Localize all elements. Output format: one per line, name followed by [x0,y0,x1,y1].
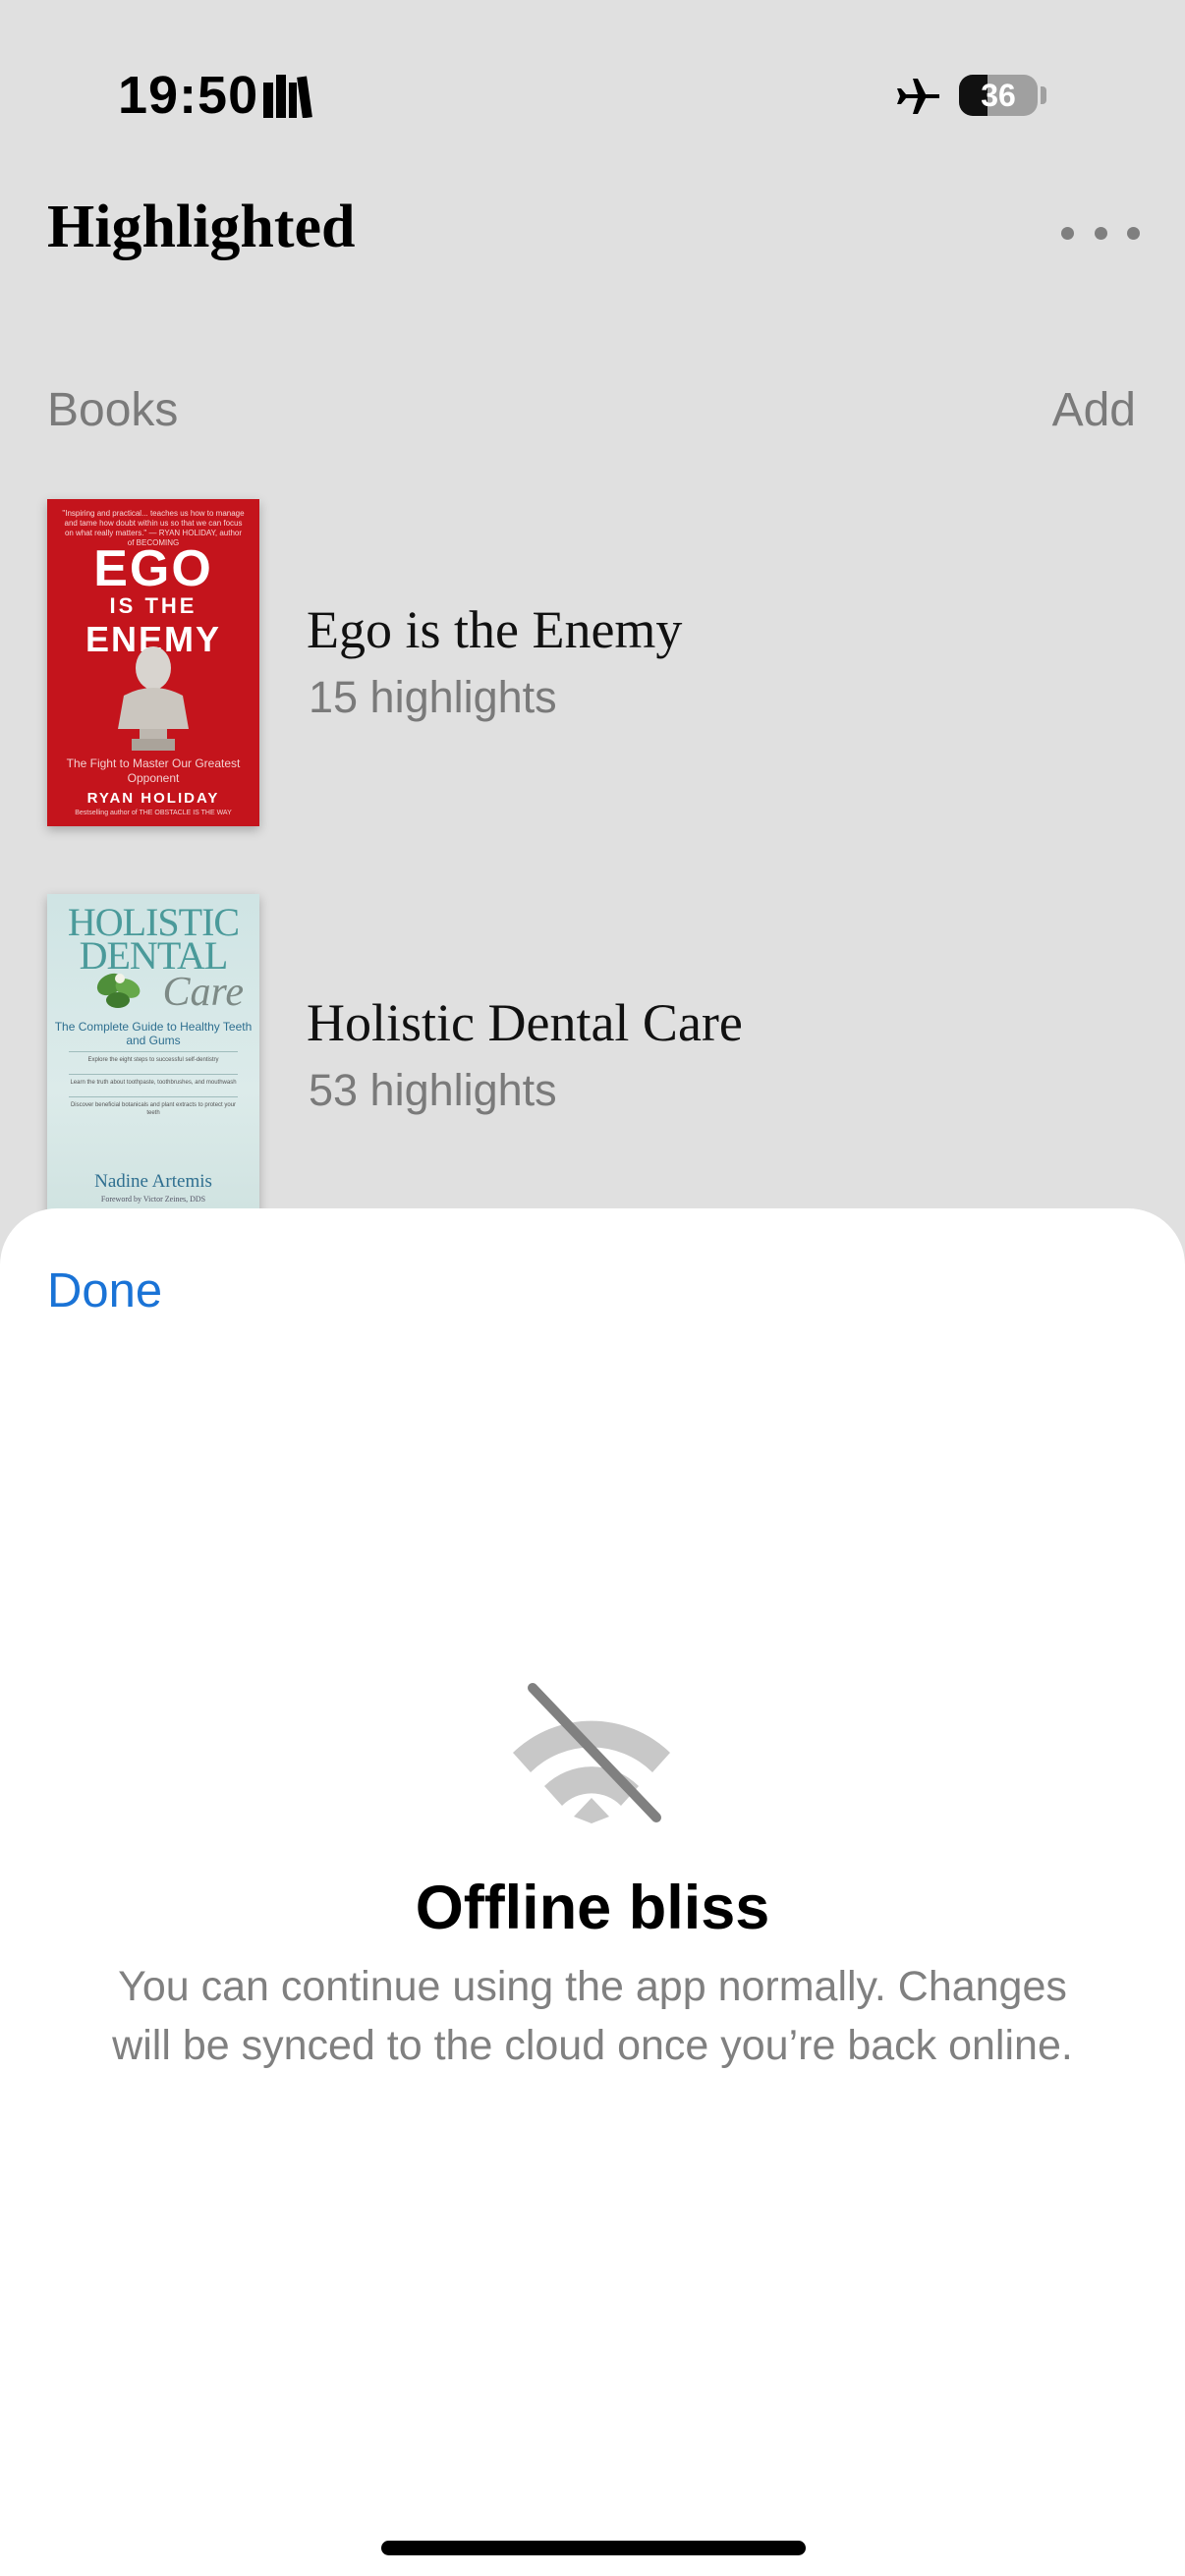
cover-foreword: Foreword by Victor Zeines, DDS [100,1195,206,1204]
wifi-off-icon [513,1683,670,1823]
bust-illustration [118,646,189,751]
offline-sheet: Done Offline bliss You can continue usin… [0,1208,1185,2576]
ellipsis-dot [1061,226,1074,240]
ellipsis-dot [1127,226,1140,240]
cover-title-line2: DENTAL [79,933,229,978]
offline-title: Offline bliss [415,1874,770,1942]
home-indicator[interactable] [381,2541,806,2555]
book-cover: HOLISTIC DENTAL Care The Complete Guide … [47,894,259,1221]
cover-author: RYAN HOLIDAY [86,790,220,807]
book-row[interactable]: "Inspiring and practical... teaches us h… [0,499,1185,833]
books-icon [263,75,312,118]
ellipsis-icon[interactable] [1061,208,1140,257]
battery-level: 36 [981,77,1016,113]
book-cover: "Inspiring and practical... teaches us h… [47,499,259,826]
book-highlight-count: 15 highlights [309,672,557,722]
cover-bullet: Learn the truth about toothpaste, toothb… [69,1074,238,1087]
books-section-label: Books [47,384,179,436]
cover-bullets: Explore the eight steps to successful se… [69,1051,238,1127]
status-time: 19:50 [118,66,259,125]
book-highlight-count: 53 highlights [309,1065,557,1115]
page-title: Highlighted [47,194,356,260]
battery-cap [1041,86,1046,104]
cover-tagline: Bestselling author of THE OBSTACLE IS TH… [75,810,232,816]
cover-title-lines: HOLISTIC DENTAL [47,903,259,978]
done-button[interactable]: Done [47,1263,162,1318]
cover-title-line3: Care [162,970,244,1015]
leaf-illustration [96,973,141,1008]
cover-title-line1: EGO [93,540,213,597]
cover-author: Nadine Artemis [94,1171,212,1192]
status-bar: 19:50 36 [0,0,1185,196]
cover-subtitle: The Fight to Master Our Greatest Opponen… [66,756,241,785]
battery-icon: 36 [959,75,1038,116]
cover-title-line2: IS THE [109,593,198,618]
ellipsis-dot [1094,226,1107,240]
cover-bullet: Discover beneficial botanicals and plant… [69,1096,238,1117]
add-book-button[interactable]: Add [1052,383,1136,437]
book-title: Ego is the Enemy [307,600,683,659]
book-title: Holistic Dental Care [307,993,743,1052]
offline-description: You can continue using the app normally.… [112,1963,1073,2069]
airplane-icon [897,79,939,114]
cover-bullet: Explore the eight steps to successful se… [69,1051,238,1064]
cover-subtitle: The Complete Guide to Healthy Teeth and … [54,1020,253,1047]
book-row[interactable]: HOLISTIC DENTAL Care The Complete Guide … [0,894,1185,1228]
